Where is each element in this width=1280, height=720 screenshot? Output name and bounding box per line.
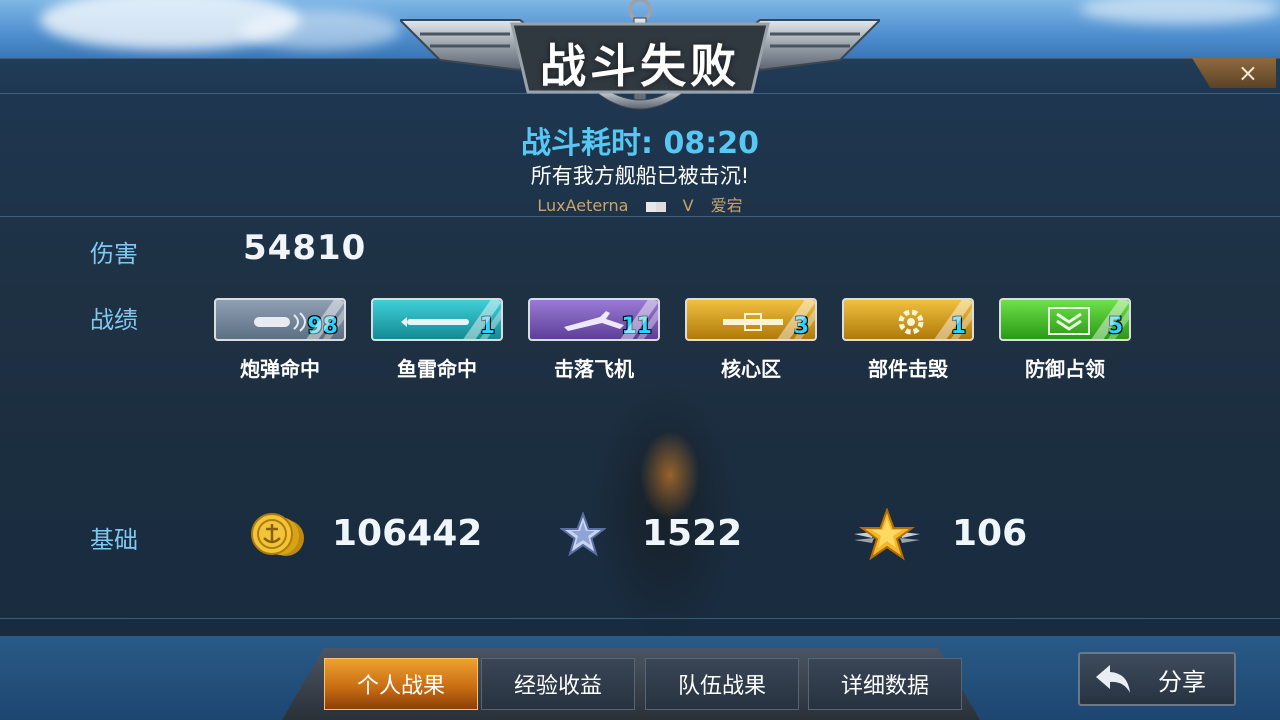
badge-plate: 1 [842, 298, 974, 341]
bottom-divider [0, 618, 1280, 619]
badge-core-zone: 3 核心区 [685, 298, 819, 388]
badge-count: 98 [307, 314, 338, 339]
player-name: LuxAeterna [537, 196, 629, 215]
matchup-line: LuxAeterna V 爱宕 [440, 192, 840, 216]
badge-plate: 3 [685, 298, 817, 341]
battle-time: 战斗耗时: 08:20 [440, 118, 840, 162]
badge-shell-hits: 98 炮弹命中 [214, 298, 348, 388]
badge-plate: 5 [999, 298, 1131, 341]
fire-effect [640, 430, 700, 520]
coin-icon [251, 513, 304, 556]
chevron-icon [1048, 307, 1090, 335]
battle-time-value: 08:20 [663, 126, 759, 161]
damage-value: 54810 [243, 228, 367, 268]
badge-name: 防御占领 [1025, 357, 1105, 381]
tab-detailed-data[interactable]: 详细数据 [808, 658, 962, 710]
info-divider [0, 216, 1280, 217]
badge-count: 1 [479, 314, 495, 339]
badge-name: 鱼雷命中 [397, 357, 477, 381]
badge-planes-downed: 11 击落飞机 [528, 298, 662, 388]
tab-personal-results[interactable]: 个人战果 [324, 658, 478, 710]
badge-count: 1 [950, 314, 966, 339]
tab-team-results[interactable]: 队伍战果 [645, 658, 799, 710]
rank-value: 106 [952, 513, 1028, 554]
badge-defense-capture: 5 防御占领 [999, 298, 1133, 388]
gear-icon [898, 309, 924, 335]
damage-label: 伤害 [90, 240, 138, 268]
share-button[interactable]: 分享 [1078, 652, 1236, 706]
battle-result-title: 战斗失败 [540, 39, 740, 93]
coins-value: 106442 [332, 513, 483, 554]
flag-icon [645, 201, 666, 212]
badge-parts-destroyed: 1 部件击毁 [842, 298, 976, 388]
badge-name: 炮弹命中 [240, 357, 320, 381]
record-label: 战绩 [90, 306, 138, 334]
tab-exp-gains[interactable]: 经验收益 [481, 658, 635, 710]
exp-value: 1522 [642, 513, 743, 554]
share-arrow-icon [1096, 665, 1130, 693]
badge-plate: 1 [371, 298, 503, 341]
badge-name: 核心区 [721, 357, 781, 381]
close-icon: × [1237, 59, 1258, 87]
badge-name: 击落飞机 [554, 357, 634, 381]
base-label: 基础 [90, 526, 138, 554]
share-label: 分享 [1158, 667, 1206, 696]
badge-count: 3 [793, 314, 809, 339]
opponent-name: 爱宕 [710, 196, 743, 215]
badge-count: 5 [1107, 314, 1123, 339]
badge-plate: 11 [528, 298, 660, 341]
core-icon [723, 313, 783, 331]
battle-time-label: 战斗耗时: [521, 126, 664, 161]
badge-count: 11 [621, 314, 652, 339]
battle-message: 所有我方舰船已被击沉! [530, 164, 750, 188]
record-badges: 98 炮弹命中 1 鱼雷命中 11 击落飞机 3 核心区 1 部件击毁 5 防御… [214, 298, 1144, 388]
vs-label: V [682, 196, 694, 215]
torpedo-icon [401, 317, 469, 327]
result-tabs: 个人战果 经验收益 队伍战果 详细数据 [282, 648, 980, 720]
rank-star-icon [854, 508, 920, 561]
badge-torpedo-hits: 1 鱼雷命中 [371, 298, 505, 388]
badge-plate: 98 [214, 298, 346, 341]
badge-name: 部件击毁 [868, 357, 948, 381]
exp-star-icon [560, 512, 606, 557]
